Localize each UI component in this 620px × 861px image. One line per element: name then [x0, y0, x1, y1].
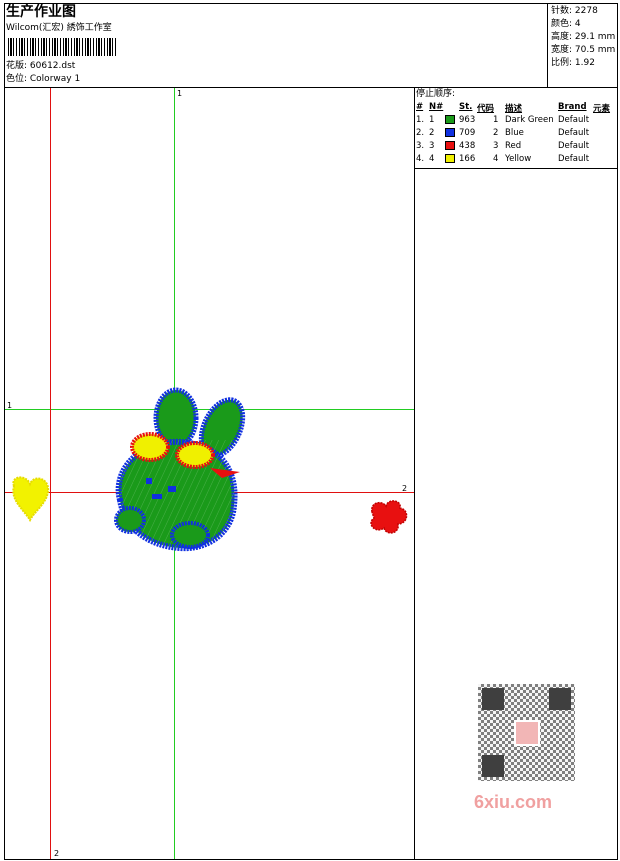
stop-sequence-title: 停止顺序:	[416, 89, 456, 99]
col-header-stitches: St.	[459, 102, 473, 112]
row-needle: 1	[429, 115, 435, 125]
row-index: 3.	[416, 141, 425, 151]
row-index: 1.	[416, 115, 425, 125]
row-description: Blue	[505, 128, 524, 138]
guide-label-h2: 2	[402, 484, 408, 493]
stop-sequence-table: # N# St. 代码 描述 Brand 元素 1. 1 963 1 Dark Gree…	[415, 101, 618, 166]
col-header-index: #	[416, 102, 424, 112]
row-code: 2	[493, 128, 499, 138]
col-header-code: 代码	[477, 104, 495, 114]
row-brand: Default	[558, 115, 590, 125]
col-header-needle: N#	[429, 102, 444, 112]
stitch-count: 针数: 2278	[551, 6, 598, 16]
row-stitches: 166	[459, 154, 476, 164]
color-swatch	[445, 154, 455, 163]
guide-line-horizontal-1	[5, 409, 414, 410]
design-width: 宽度: 70.5 mm	[551, 45, 616, 55]
row-brand: Default	[558, 128, 590, 138]
color-swatch	[445, 128, 455, 137]
guide-label-v1: 1	[177, 89, 183, 98]
row-description: Yellow	[505, 154, 532, 164]
col-header-brand: Brand	[558, 102, 587, 112]
guide-line-vertical-2	[50, 88, 51, 859]
table-row: 1. 1 963 1 Dark Green Default	[415, 114, 618, 127]
table-header: # N# St. 代码 描述 Brand 元素	[415, 101, 618, 114]
row-needle: 2	[429, 128, 435, 138]
col-header-element: 元素	[593, 104, 611, 114]
color-swatch	[445, 141, 455, 150]
row-code: 3	[493, 141, 499, 151]
row-description: Red	[505, 141, 522, 151]
table-row: 3. 3 438 3 Red Default	[415, 140, 618, 153]
table-row: 2. 2 709 2 Blue Default	[415, 127, 618, 140]
color-count: 颜色: 4	[551, 19, 581, 29]
design-file-label: 花版: 60612.dst	[6, 61, 76, 71]
guide-line-horizontal-2	[5, 492, 414, 493]
row-stitches: 438	[459, 141, 476, 151]
col-header-description: 描述	[505, 104, 523, 114]
design-scale: 比例: 1.92	[551, 58, 595, 68]
row-code: 1	[493, 115, 499, 125]
design-height: 高度: 29.1 mm	[551, 32, 616, 42]
color-swatch	[445, 115, 455, 124]
guide-label-v2: 2	[54, 849, 60, 858]
watermark-text: 6xiu.com	[474, 792, 553, 812]
row-brand: Default	[558, 154, 590, 164]
guide-line-vertical-1	[174, 88, 175, 859]
row-stitches: 963	[459, 115, 476, 125]
row-code: 4	[493, 154, 499, 164]
row-brand: Default	[558, 141, 590, 151]
table-row: 4. 4 166 4 Yellow Default	[415, 153, 618, 166]
row-needle: 4	[429, 154, 435, 164]
studio-name: Wilcom(汇宏) 綉饰工作室	[6, 23, 112, 33]
row-description: Dark Green	[505, 115, 554, 125]
guide-label-h1: 1	[7, 401, 13, 410]
design-area	[4, 87, 415, 860]
barcode	[8, 38, 118, 56]
qr-logo	[514, 720, 540, 746]
row-stitches: 709	[459, 128, 476, 138]
page-title: 生产作业图	[6, 4, 76, 20]
row-needle: 3	[429, 141, 435, 151]
row-index: 4.	[416, 154, 425, 164]
row-index: 2.	[416, 128, 425, 138]
colorway-label: 色位: Colorway 1	[6, 74, 81, 84]
